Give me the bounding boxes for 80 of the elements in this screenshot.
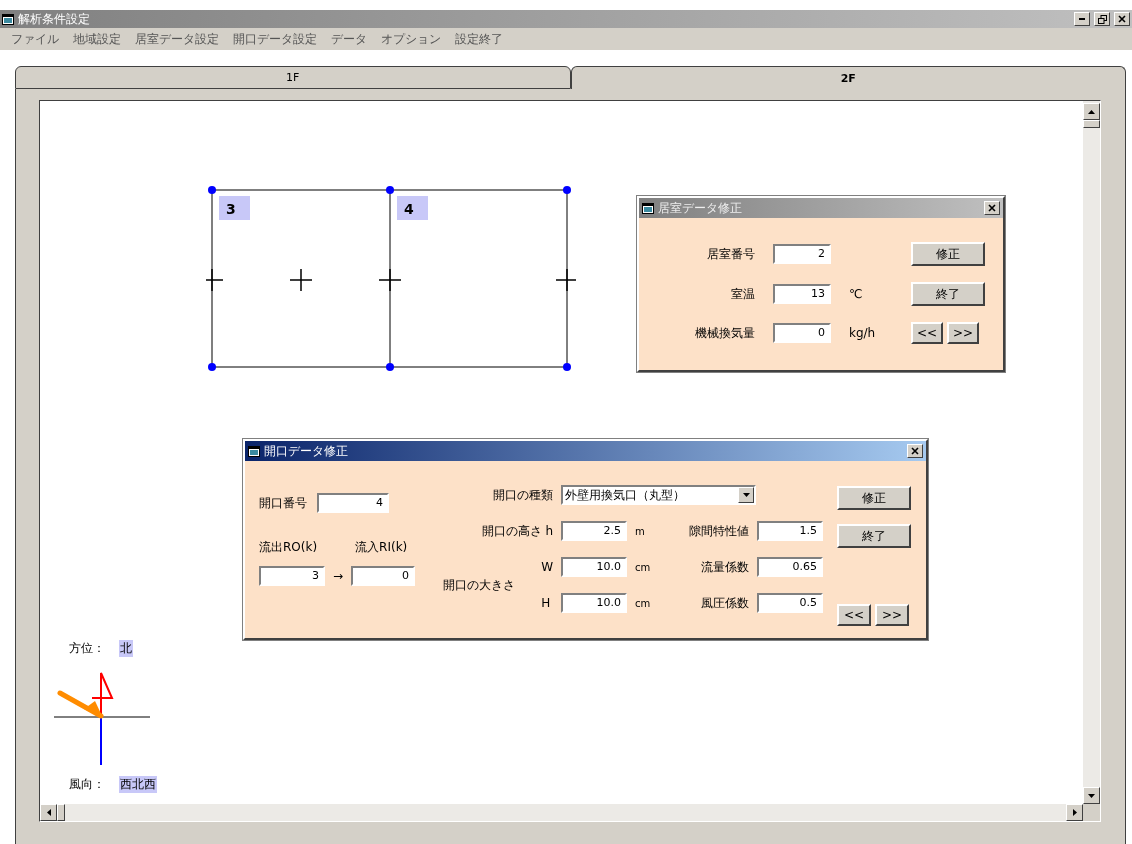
field-label: W [541, 560, 553, 574]
nav-button[interactable]: << [837, 604, 871, 626]
field-label: 室温 [731, 285, 755, 303]
wind-direction-value: 西北西 [119, 776, 157, 793]
input-field[interactable]: 10.0 [561, 593, 627, 613]
orientation-label: 方位： [69, 640, 105, 657]
field-label: H [541, 596, 552, 610]
nav-button[interactable]: >> [875, 604, 909, 626]
input-field[interactable]: 10.0 [561, 557, 627, 577]
close-icon [1118, 15, 1126, 23]
arrow-label: → [333, 569, 344, 583]
floor-tab[interactable]: 2F [570, 66, 1126, 89]
dialog-title: 開口データ修正 [264, 442, 349, 460]
nav-button[interactable]: << [911, 322, 943, 344]
close-icon [988, 204, 996, 212]
menu-item[interactable]: 開口データ設定 [226, 30, 324, 48]
input-field[interactable]: 0 [773, 323, 831, 343]
input-field[interactable]: 0.5 [757, 593, 823, 613]
horizontal-scrollbar[interactable] [40, 804, 1083, 821]
window-icon [2, 13, 14, 25]
input-field[interactable]: 4 [317, 493, 389, 513]
vertical-scrollbar[interactable] [1083, 101, 1100, 804]
window-icon [642, 202, 654, 214]
field-label: 開口の種類 [493, 486, 553, 504]
dialog-title: 居室データ修正 [658, 199, 743, 217]
dropdown-icon [742, 493, 750, 497]
scroll-left-icon [46, 809, 51, 816]
field-label: 流量係数 [701, 558, 749, 576]
dialog-button[interactable]: 終了 [837, 524, 911, 548]
close-button[interactable] [984, 201, 1000, 215]
unit-label: cm [635, 597, 652, 609]
close-icon [911, 447, 919, 455]
window-title: 解析条件設定 [18, 10, 91, 28]
window-icon [248, 445, 260, 457]
menu-item[interactable]: 居室データ設定 [128, 30, 226, 48]
field-label: 開口番号 [259, 494, 307, 512]
input-field[interactable]: 3 [259, 566, 325, 586]
unit-label: ℃ [849, 287, 864, 301]
field-label: 開口の大きさ [443, 576, 516, 594]
restore-icon [1097, 14, 1107, 24]
dialog-button[interactable]: 修正 [837, 486, 911, 510]
minimize-button[interactable] [1074, 12, 1090, 26]
minimize-icon [1079, 18, 1085, 20]
wind-direction-label: 風向： [69, 776, 105, 793]
scroll-down-icon [1088, 793, 1095, 798]
dialog-button[interactable]: 終了 [911, 282, 985, 306]
floor-tab[interactable]: 1F [15, 66, 571, 89]
opening-type-select[interactable]: 外壁用換気口（丸型） [561, 485, 756, 505]
field-label: 機械換気量 [695, 324, 755, 342]
field-label: 居室番号 [707, 245, 755, 263]
menu-item[interactable]: ファイル [4, 30, 66, 48]
scroll-thumb[interactable] [1083, 120, 1100, 128]
orientation-value: 北 [119, 640, 133, 657]
scroll-thumb[interactable] [57, 804, 65, 821]
input-field[interactable]: 1.5 [757, 521, 823, 541]
restore-button[interactable] [1094, 12, 1110, 26]
field-label: 開口の高さ h [481, 522, 553, 540]
field-label: 隙間特性値 [689, 522, 749, 540]
dialog-button[interactable]: 修正 [911, 242, 985, 266]
menu-item[interactable]: 地域設定 [66, 30, 128, 48]
field-label: 風圧係数 [701, 594, 749, 612]
unit-label: kg/h [849, 326, 877, 340]
scroll-right-icon [1072, 809, 1077, 816]
field-label: 流入RI(k) [355, 539, 408, 556]
input-field[interactable]: 0 [351, 566, 416, 586]
nav-button[interactable]: >> [947, 322, 979, 344]
scroll-up-icon [1088, 109, 1095, 114]
input-field[interactable]: 2 [773, 244, 831, 264]
menu-item[interactable]: データ [324, 30, 374, 48]
close-button[interactable] [1114, 12, 1130, 26]
unit-label: m [635, 525, 646, 537]
menu-item[interactable]: 設定終了 [448, 30, 510, 48]
menu-item[interactable]: オプション [374, 30, 448, 48]
input-field[interactable]: 13 [773, 284, 831, 304]
field-label: 流出RO(k) [259, 539, 318, 556]
close-button[interactable] [907, 444, 923, 458]
unit-label: cm [635, 561, 652, 573]
input-field[interactable]: 2.5 [561, 521, 627, 541]
scrollbar-corner [1083, 804, 1100, 821]
input-field[interactable]: 0.65 [757, 557, 823, 577]
